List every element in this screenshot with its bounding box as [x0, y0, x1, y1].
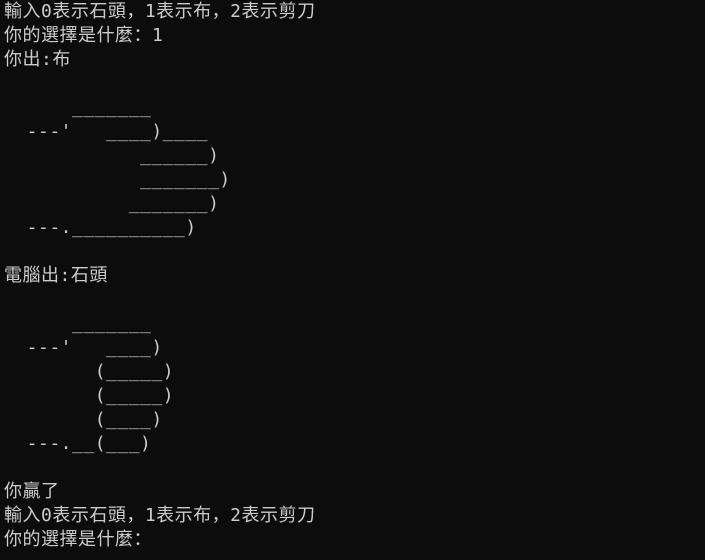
- rock-art-line: (____): [4, 409, 163, 430]
- paper-art-line: ______): [4, 145, 220, 166]
- paper-art-line: ---' ____)____: [4, 121, 209, 142]
- rock-art-line: ---.__(___): [4, 433, 152, 454]
- paper-art-line: _______: [4, 97, 152, 118]
- prompt-instruction-line: 輸入0表示石頭，1表示布，2表示剪刀: [4, 1, 316, 22]
- result-line: 你贏了: [4, 481, 60, 502]
- rock-art-line: ---' ____): [4, 337, 163, 358]
- choice-input-prompt[interactable]: 你的選擇是什麼：: [4, 528, 705, 552]
- computer-choice-line: 電腦出:石頭: [4, 265, 108, 286]
- rock-art-line: _______: [4, 313, 152, 334]
- rock-art-line: (_____): [4, 385, 175, 406]
- terminal-window[interactable]: 輸入0表示石頭，1表示布，2表示剪刀 你的選擇是什麼：1 你出:布 ______…: [0, 0, 705, 560]
- paper-art-line: ---.__________): [4, 217, 197, 238]
- rock-art-line: (_____): [4, 361, 175, 382]
- choice-prompt-line: 你的選擇是什麼：1: [4, 25, 164, 46]
- paper-art-line: _______): [4, 169, 231, 190]
- paper-art-line: _______): [4, 193, 220, 214]
- prompt-instruction-line: 輸入0表示石頭，1表示布，2表示剪刀: [4, 505, 316, 526]
- player-choice-line: 你出:布: [4, 49, 71, 70]
